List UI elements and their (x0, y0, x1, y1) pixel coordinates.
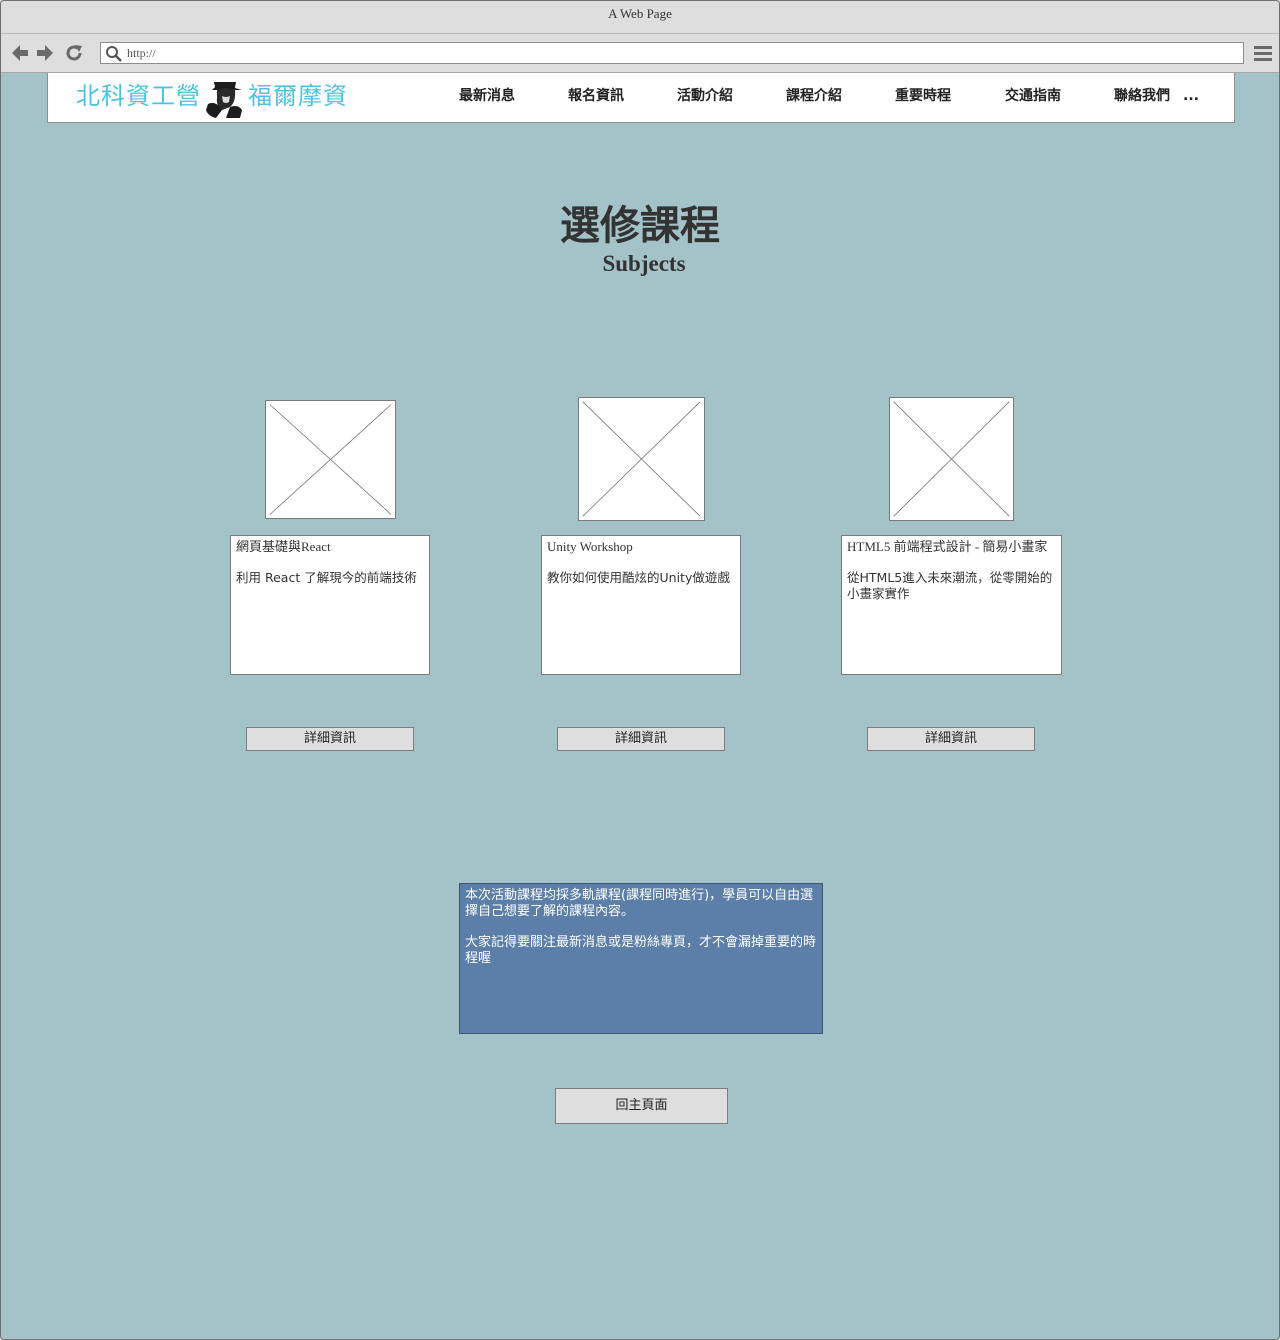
notice-text: 大家記得要關注最新消息或是粉絲專頁，才不會漏掉重要的時程喔 (465, 935, 817, 966)
nav-item-courses[interactable]: 課程介紹 (786, 73, 842, 121)
back-to-home-button[interactable]: 回主頁面 (555, 1088, 728, 1124)
course-title: Unity Workshop (547, 539, 633, 554)
browser-window: A Web Page http:// 北科資工營 福爾摩資 最新消息 報名資訊 … (0, 0, 1280, 1340)
nav-item-contact[interactable]: 聯絡我們 (1114, 73, 1170, 121)
hamburger-menu-icon[interactable] (1252, 42, 1274, 64)
logo-left-text: 北科資工營 (76, 82, 201, 110)
course-description: 從HTML5進入未來潮流，從零開始的小畫家實作 (847, 570, 1053, 601)
course-card-react: 網頁基礎與React 利用 React 了解現今的前端技術 (230, 535, 430, 675)
site-header: 北科資工營 福爾摩資 最新消息 報名資訊 活動介紹 課程介紹 重要時程 交通指南… (47, 73, 1235, 123)
course-title: HTML5 前端程式設計 - 簡易小畫家 (847, 539, 1048, 554)
url-text: http:// (127, 46, 156, 60)
page-subtitle: Subjects (602, 251, 686, 276)
course-detail-button[interactable]: 詳細資訊 (246, 727, 414, 751)
search-icon (106, 46, 122, 62)
back-arrow-icon[interactable] (9, 42, 31, 64)
nav-item-news[interactable]: 最新消息 (459, 73, 515, 121)
course-description: 利用 React 了解現今的前端技術 (236, 570, 417, 585)
window-title: A Web Page (1, 1, 1279, 34)
detective-icon (206, 82, 242, 118)
course-card-html5: HTML5 前端程式設計 - 簡易小畫家 從HTML5進入未來潮流，從零開始的小… (841, 535, 1062, 675)
course-image-placeholder (889, 397, 1014, 521)
course-title: 網頁基礎與React (236, 539, 331, 554)
nav-item-schedule[interactable]: 重要時程 (895, 73, 951, 121)
url-input[interactable]: http:// (100, 42, 1244, 64)
reload-icon[interactable] (63, 42, 85, 64)
site-logo[interactable]: 北科資工營 福爾摩資 (76, 73, 356, 121)
logo-right-text: 福爾摩資 (248, 82, 348, 110)
page-title: 選修課程 (560, 202, 720, 249)
course-detail-button[interactable]: 詳細資訊 (867, 727, 1035, 751)
nav-item-transport[interactable]: 交通指南 (1005, 73, 1061, 121)
nav-item-activities[interactable]: 活動介紹 (677, 73, 733, 121)
course-image-placeholder (578, 397, 705, 521)
course-card-unity: Unity Workshop 教你如何使用酷炫的Unity做遊戲 (541, 535, 741, 675)
course-detail-button[interactable]: 詳細資訊 (557, 727, 725, 751)
notice-text: 本次活動課程均採多軌課程(課程同時進行)，學員可以自由選擇自己想要了解的課程內容… (465, 888, 814, 919)
nav-item-more[interactable]: ... (1183, 73, 1199, 121)
course-image-placeholder (265, 400, 396, 519)
browser-toolbar: http:// (1, 34, 1279, 73)
forward-arrow-icon[interactable] (34, 42, 56, 64)
course-description: 教你如何使用酷炫的Unity做遊戲 (547, 570, 730, 585)
notice-box: 本次活動課程均採多軌課程(課程同時進行)，學員可以自由選擇自己想要了解的課程內容… (459, 883, 823, 1034)
nav-item-registration[interactable]: 報名資訊 (568, 73, 624, 121)
